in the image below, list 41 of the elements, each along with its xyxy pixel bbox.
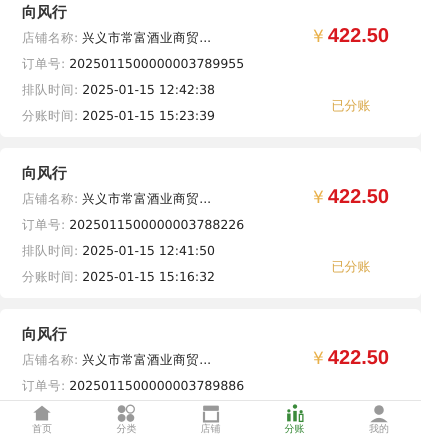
profile-icon [368,403,390,424]
field-label: 排队时间: [22,80,78,99]
field-label: 分账时间: [22,106,78,125]
field-label: 订单号: [22,216,66,234]
order-card[interactable]: 向风行 店铺名称: 兴义市常富酒业商贸... 订单号: 2025011500000003789955 排队时间: 2025-01-15 12:42:38 分账时间: 2025-01-15 15:23:39 ¥ 422.50 已分账 [0,0,421,137]
currency-symbol: ¥ [313,187,324,210]
field-value: 2025011500000003788226 [69,216,244,234]
tab[interactable]: 分类 [84,401,168,435]
field-value: 2025-01-15 15:16:32 [82,268,215,286]
customer-name: 向风行 [22,324,68,345]
amount: 422.50 [328,346,389,371]
status-label: 已分账 [332,259,370,277]
field-value: 2025-01-15 12:42:38 [82,80,215,99]
currency-symbol: ¥ [313,348,324,371]
tab[interactable]: 分账 [252,401,337,435]
field-value: 2025011500000003789886 [69,376,244,395]
customer-name: 向风行 [22,163,68,184]
field-value: 2025011500000003789955 [69,54,244,73]
amount: 422.50 [328,24,389,49]
order-card[interactable]: 向风行 店铺名称: 兴义市常富酒业商贸... 订单号: 2025011500000003789886 ¥ 422.50 [0,309,421,400]
field-label: 订单号: [22,54,66,73]
field-label: 店铺名称: [22,28,78,47]
field-value: 兴义市常富酒业商贸... [82,350,212,369]
tab[interactable]: 店铺 [168,401,253,435]
status-label: 已分账 [332,98,370,116]
field-value: 2025-01-15 15:23:39 [82,106,215,125]
field-label: 店铺名称: [22,350,78,369]
field-label: 排队时间: [22,242,78,260]
field-label: 分账时间: [22,268,78,286]
tab[interactable]: 首页 [0,401,84,435]
field-value: 兴义市常富酒业商贸... [82,28,212,47]
amount: 422.50 [328,185,389,210]
field-label: 店铺名称: [22,190,78,208]
category-icon [115,403,138,424]
currency-symbol: ¥ [313,26,324,49]
order-card[interactable]: 向风行 店铺名称: 兴义市常富酒业商贸... 订单号: 2025011500000003788226 排队时间: 2025-01-15 12:41:50 分账时间: 2025-01-15 15:16:32 ¥ 422.50 已分账 [0,148,421,298]
field-value: 兴义市常富酒业商贸... [82,190,212,208]
tab[interactable]: 我的 [336,401,421,435]
customer-name: 向风行 [22,2,68,23]
field-value: 2025-01-15 12:41:50 [82,242,215,260]
field-label: 订单号: [22,376,66,395]
